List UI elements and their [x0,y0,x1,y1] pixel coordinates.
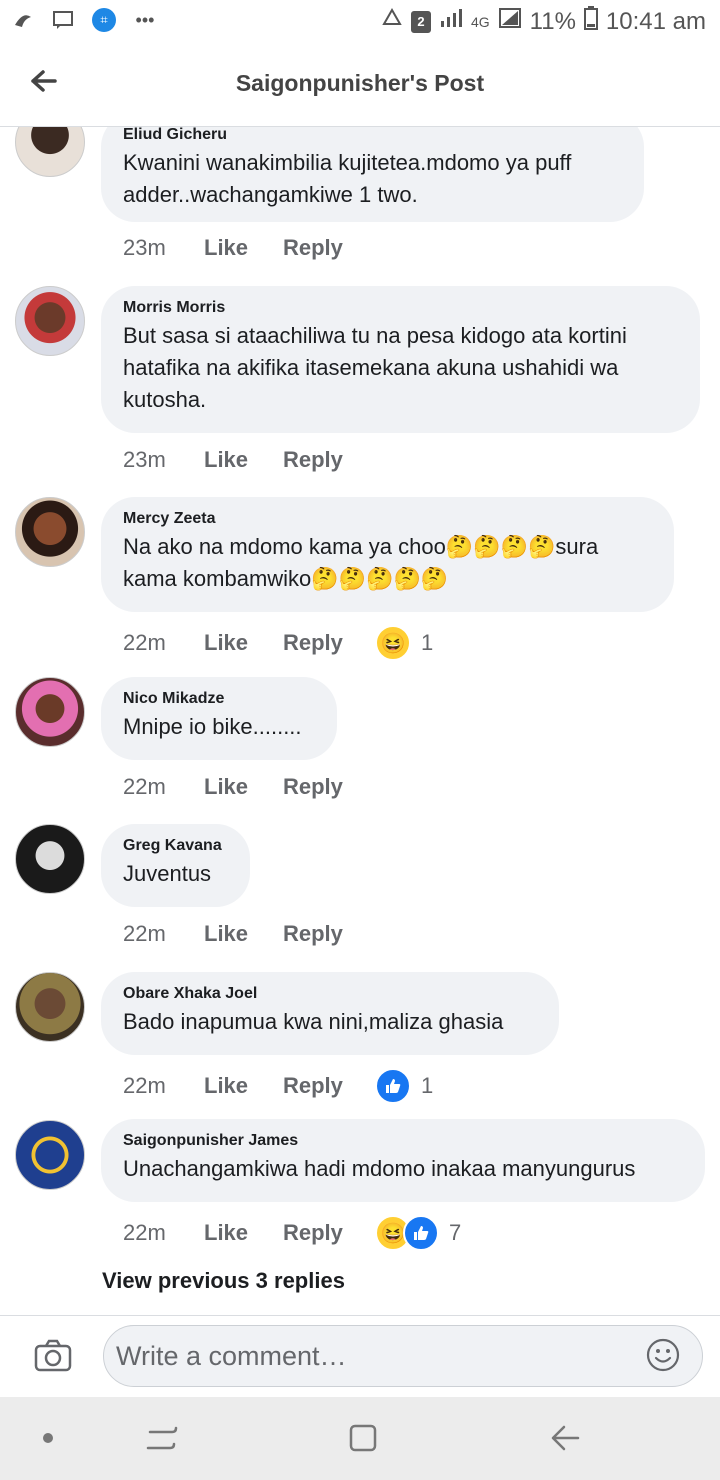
comment-text: Juventus [123,861,212,886]
like-reaction-icon [403,1215,439,1251]
like-button[interactable]: Like [204,1220,283,1246]
comment-bubble[interactable]: Greg Kavana Juventus [101,824,250,907]
comment-bubble[interactable]: Eliud Gicheru Kwanini wanakimbilia kujit… [101,127,644,222]
page-title: Saigonpunisher's Post [235,70,485,96]
clock: 10:41 am [605,7,706,35]
reaction-summary[interactable]: 1 [375,1068,433,1104]
comment-bubble[interactable]: Obare Xhaka Joel Bado inapumua kwa nini,… [101,972,559,1055]
comment-bubble[interactable]: Mercy Zeeta Na ako na mdomo kama ya choo… [101,497,674,612]
comment-actions: 22m Like Reply [123,921,379,947]
comment-text: Na ako na mdomo kama ya choo🤔🤔🤔🤔sura kam… [123,534,599,591]
status-bar: ⌗ ••• 2 4G 11% 10:41 am [0,0,720,44]
system-nav-bar [0,1397,720,1480]
reaction-count: 7 [449,1220,462,1245]
comment-actions: 22m Like Reply 😆 7 [123,1215,461,1251]
like-button[interactable]: Like [204,774,283,800]
comment-time: 23m [123,447,166,472]
comment-time: 23m [123,235,166,260]
comment-text: Unachangamkiwa hadi mdomo inakaa manyung… [123,1156,636,1181]
sim-badge: 2 [410,10,431,33]
commenter-name[interactable]: Saigonpunisher James [123,1131,683,1151]
battery-percent: 11% [529,7,576,35]
recycle-icon [381,7,403,36]
signal-bars-2-icon [498,7,522,36]
avatar[interactable] [15,497,85,567]
like-button[interactable]: Like [204,235,283,261]
commenter-name[interactable]: Greg Kavana [123,836,228,856]
like-button[interactable]: Like [204,630,283,656]
comment-actions: 22m Like Reply 😆 1 [123,625,433,661]
reaction-count: 1 [421,630,434,655]
comment-input-placeholder: Write a comment… [116,1341,347,1371]
reply-button[interactable]: Reply [283,774,379,800]
commenter-name[interactable]: Eliud Gicheru [123,127,622,145]
reaction-count: 1 [421,1073,434,1098]
more-notifications-icon: ••• [135,9,155,30]
avatar[interactable] [15,1120,85,1190]
nav-dot-button[interactable] [31,1421,65,1455]
reaction-summary[interactable]: 😆 7 [375,1215,461,1251]
like-reaction-icon [375,1068,411,1104]
commenter-name[interactable]: Morris Morris [123,298,678,318]
recents-icon [146,1426,178,1450]
battery-icon [583,6,598,37]
view-previous-replies-link[interactable]: View previous 3 replies [102,1268,345,1294]
comment-actions: 22m Like Reply [123,774,379,800]
comment-actions: 22m Like Reply 1 [123,1068,433,1104]
avatar[interactable] [15,286,85,356]
comment-time: 22m [123,1073,166,1098]
comment-time: 22m [123,921,166,946]
recent-apps-button[interactable] [145,1421,179,1455]
comment-actions: 23m Like Reply [123,235,379,261]
comment-actions: 23m Like Reply [123,447,379,473]
comment-time: 22m [123,774,166,799]
comment-bubble[interactable]: Morris Morris But sasa si ataachiliwa tu… [101,286,700,433]
back-nav-button[interactable] [548,1421,582,1455]
comment-bubble[interactable]: Saigonpunisher James Unachangamkiwa hadi… [101,1119,705,1202]
commenter-name[interactable]: Mercy Zeeta [123,509,652,529]
comment-time: 22m [123,1220,166,1245]
reply-button[interactable]: Reply [283,447,379,473]
dot-icon [43,1433,53,1443]
avatar[interactable] [15,972,85,1042]
reply-button[interactable]: Reply [283,235,379,261]
app-bar: Saigonpunisher's Post [0,44,720,127]
comment-text: But sasa si ataachiliwa tu na pesa kidog… [123,323,627,412]
comment-composer: Write a comment… [0,1315,720,1398]
home-button[interactable] [346,1421,380,1455]
reply-button[interactable]: Reply [283,1073,379,1099]
camera-icon [34,1339,72,1372]
like-button[interactable]: Like [204,921,283,947]
network-type: 4G [470,13,490,30]
comment-text: Bado inapumua kwa nini,maliza ghasia [123,1009,504,1034]
commenter-name[interactable]: Nico Mikadze [123,689,315,709]
avatar[interactable] [15,824,85,894]
avatar[interactable] [15,127,85,177]
like-button[interactable]: Like [204,447,283,473]
comment-time: 22m [123,630,166,655]
reply-button[interactable]: Reply [283,630,379,656]
back-nav-icon [551,1425,580,1451]
haha-reaction-icon: 😆 [375,625,411,661]
reaction-summary[interactable]: 😆 1 [375,625,433,661]
camera-button[interactable] [34,1338,72,1374]
comments-list[interactable]: Eliud Gicheru Kwanini wanakimbilia kujit… [0,127,720,1315]
emoji-button[interactable] [646,1338,680,1372]
reply-button[interactable]: Reply [283,921,379,947]
signal-bars-icon [439,7,463,36]
home-icon [349,1424,377,1452]
like-button[interactable]: Like [204,1073,283,1099]
comment-text: Kwanini wanakimbilia kujitetea.mdomo ya … [123,150,572,207]
commenter-name[interactable]: Obare Xhaka Joel [123,984,537,1004]
message-icon [52,9,74,31]
comment-bubble[interactable]: Nico Mikadze Mnipe io bike........ [101,677,337,760]
comment-input[interactable]: Write a comment… [103,1325,703,1387]
reply-button[interactable]: Reply [283,1220,379,1246]
avatar[interactable] [15,677,85,747]
smiley-icon [646,1338,680,1372]
signal-app-icon [12,9,34,31]
crop-icon: ⌗ [92,8,116,32]
comment-text: Mnipe io bike........ [123,714,302,739]
